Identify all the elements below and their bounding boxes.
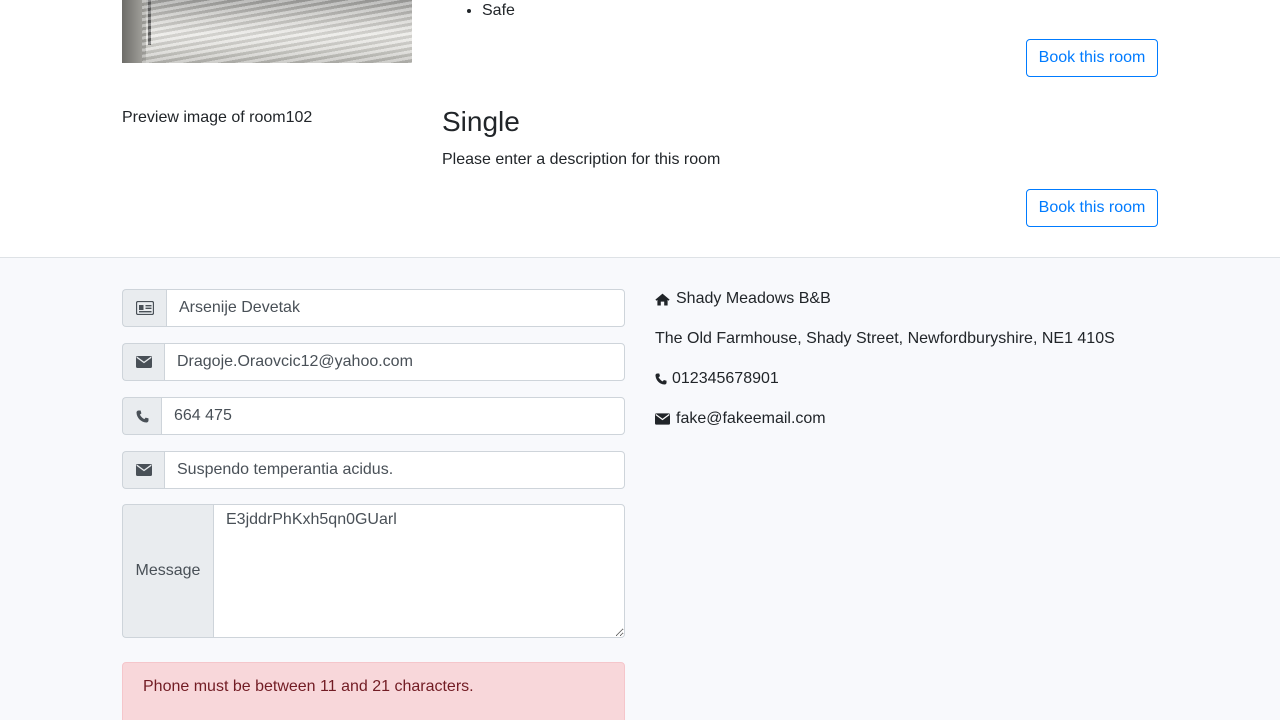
message-label: Message (122, 504, 213, 638)
business-address-row: The Old Farmhouse, Shady Street, Newford… (655, 330, 1115, 348)
business-name-row: Shady Meadows B&B (655, 290, 831, 308)
subject-field[interactable] (164, 451, 625, 489)
business-name: Shady Meadows B&B (676, 290, 831, 307)
message-input-group: Message E3jddrPhKxh5qn0GUarl (122, 504, 625, 638)
error-message: Phone must be between 11 and 21 characte… (143, 678, 474, 695)
name-field[interactable] (166, 289, 625, 327)
business-email: fake@fakeemail.com (676, 410, 826, 427)
envelope-icon (122, 451, 164, 489)
phone-field[interactable] (161, 397, 625, 435)
room-image-alt-text: Preview image of room102 (122, 109, 313, 126)
room-preview-image-broken: Preview image of room102 (122, 109, 312, 127)
business-address: The Old Farmhouse, Shady Street, Newford… (655, 330, 1115, 347)
room-preview-image (122, 0, 412, 63)
book-room-button[interactable]: Book this room (1026, 189, 1158, 227)
business-email-row: fake@fakeemail.com (655, 410, 826, 428)
id-card-icon (122, 289, 166, 327)
room-features-list: Safe (462, 0, 515, 23)
room-feature-item: Safe (482, 0, 515, 23)
envelope-icon (122, 343, 164, 381)
phone-icon (655, 373, 667, 385)
validation-error-alert: Phone must be between 11 and 21 characte… (122, 662, 625, 720)
book-room-button[interactable]: Book this room (1026, 39, 1158, 77)
message-field[interactable]: E3jddrPhKxh5qn0GUarl (213, 504, 625, 638)
name-input-group (122, 289, 625, 327)
home-icon (655, 293, 670, 305)
room-description: Please enter a description for this room (442, 151, 721, 168)
email-input-group (122, 343, 625, 381)
subject-input-group (122, 451, 625, 489)
phone-input-group (122, 397, 625, 435)
business-phone: 012345678901 (672, 370, 779, 387)
email-field[interactable] (164, 343, 625, 381)
phone-icon (122, 397, 161, 435)
room-title: Single (442, 106, 520, 137)
business-phone-row: 012345678901 (655, 370, 779, 388)
envelope-icon (655, 413, 670, 425)
